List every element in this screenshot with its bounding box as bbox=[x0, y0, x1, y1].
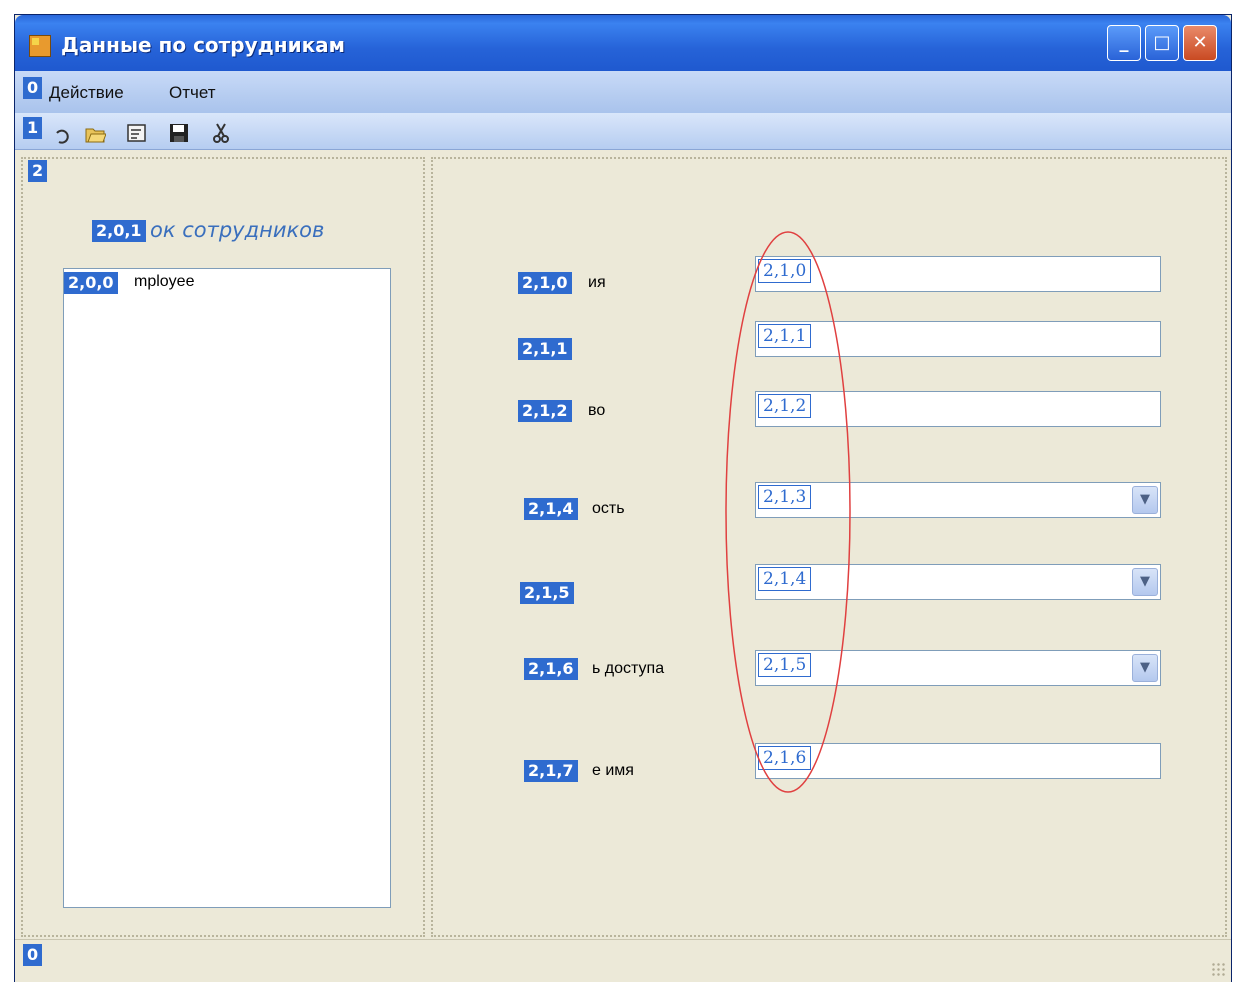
combo-field-5[interactable]: 2,1,5 ▼ bbox=[755, 650, 1161, 686]
label-badge-0: 2,1,0 bbox=[518, 272, 572, 294]
resize-grip[interactable] bbox=[1211, 962, 1225, 976]
chevron-down-icon[interactable]: ▼ bbox=[1132, 486, 1158, 514]
label-badge-2: 2,1,2 bbox=[518, 400, 572, 422]
label-3: ость bbox=[592, 500, 625, 517]
label-2: во bbox=[588, 402, 606, 419]
status-bar: 0 bbox=[15, 939, 1231, 982]
window-title: Данные по сотрудникам bbox=[61, 33, 346, 57]
text-field-1[interactable]: 2,1,1 bbox=[755, 321, 1161, 357]
combo-field-4[interactable]: 2,1,4 ▼ bbox=[755, 564, 1161, 600]
status-badge: 0 bbox=[23, 944, 43, 966]
field-badge-6: 2,1,6 bbox=[758, 746, 812, 770]
app-icon bbox=[29, 35, 51, 57]
menu-report[interactable]: Отчет bbox=[169, 83, 216, 103]
toolbar-badge: 1 bbox=[23, 117, 43, 139]
menu-badge: 0 bbox=[23, 77, 43, 99]
label-0: ия bbox=[588, 274, 606, 291]
undo-icon[interactable] bbox=[52, 124, 74, 146]
chevron-down-icon[interactable]: ▼ bbox=[1132, 654, 1158, 682]
toolbar: 1 bbox=[15, 113, 1231, 150]
employee-listbox[interactable]: mployee bbox=[63, 268, 391, 908]
label-badge-4: 2,1,5 bbox=[520, 582, 574, 604]
maximize-button[interactable]: □ bbox=[1145, 25, 1179, 61]
menu-action[interactable]: Действие bbox=[49, 83, 124, 103]
label-badge-5: 2,1,6 bbox=[524, 658, 578, 680]
minimize-button[interactable]: _ bbox=[1107, 25, 1141, 61]
text-field-6[interactable]: 2,1,6 bbox=[755, 743, 1161, 779]
menu-bar: 0 Действие Отчет bbox=[15, 71, 1231, 113]
listbox-badge: 2,0,0 bbox=[64, 272, 118, 294]
field-badge-1: 2,1,1 bbox=[758, 324, 812, 348]
list-title-badge: 2,0,1 bbox=[92, 220, 146, 242]
open-folder-icon[interactable] bbox=[84, 122, 106, 144]
list-item[interactable]: mployee bbox=[134, 273, 194, 291]
field-badge-5: 2,1,5 bbox=[758, 653, 812, 677]
text-field-2[interactable]: 2,1,2 bbox=[755, 391, 1161, 427]
list-title: ок сотрудников bbox=[150, 218, 325, 242]
cut-icon[interactable] bbox=[210, 122, 232, 144]
field-badge-2: 2,1,2 bbox=[758, 394, 812, 418]
label-badge-6: 2,1,7 bbox=[524, 760, 578, 782]
field-badge-4: 2,1,4 bbox=[758, 567, 812, 591]
field-badge-3: 2,1,3 bbox=[758, 485, 812, 509]
panel-badge: 2 bbox=[28, 160, 48, 182]
label-6: е имя bbox=[592, 762, 634, 779]
combo-field-3[interactable]: 2,1,3 ▼ bbox=[755, 482, 1161, 518]
label-badge-3: 2,1,4 bbox=[524, 498, 578, 520]
label-badge-1: 2,1,1 bbox=[518, 338, 572, 360]
label-5: ь доступа bbox=[592, 660, 665, 677]
title-bar[interactable]: Данные по сотрудникам _ □ ✕ bbox=[15, 15, 1231, 71]
edit-icon[interactable] bbox=[126, 122, 148, 144]
field-badge-0: 2,1,0 bbox=[758, 259, 812, 283]
text-field-0[interactable]: 2,1,0 bbox=[755, 256, 1161, 292]
close-button[interactable]: ✕ bbox=[1183, 25, 1217, 61]
chevron-down-icon[interactable]: ▼ bbox=[1132, 568, 1158, 596]
save-icon[interactable] bbox=[168, 122, 190, 144]
